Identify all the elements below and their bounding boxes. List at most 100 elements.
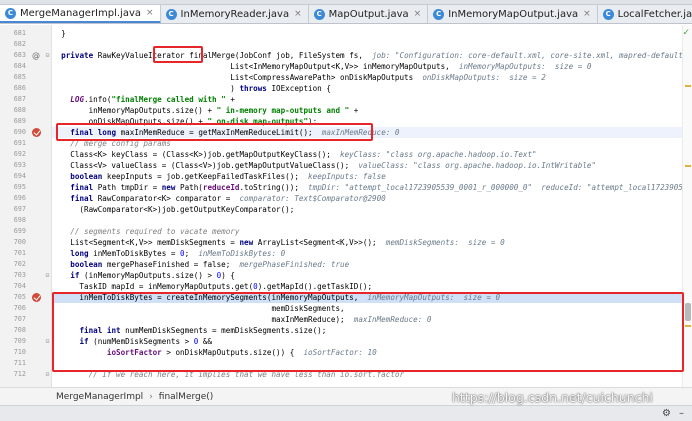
code-line-687[interactable]: LOG.info("finalMerge called with " + — [52, 94, 682, 105]
line-number: 709 — [13, 337, 26, 345]
scroll-marker — [685, 325, 691, 327]
breadcrumb-method[interactable]: finalMerge() — [159, 392, 214, 402]
line-number: 711 — [13, 359, 26, 367]
fold-icon[interactable]: ⊟ — [44, 270, 51, 281]
line-number: 687 — [13, 95, 26, 103]
code-line-690[interactable]: final long maxInMemReduce = getMaxInMemR… — [52, 127, 682, 138]
scroll-marker — [685, 85, 691, 87]
line-number: 699 — [13, 227, 26, 235]
tab-label: InMemoryMapOutput.java — [448, 8, 579, 20]
breadcrumb-separator-icon: › — [149, 391, 153, 402]
code-line-701[interactable]: long inMemToDiskBytes = 0; inMemToDiskBy… — [52, 248, 682, 259]
code-line-692[interactable]: Class<K> keyClass = (Class<K>)job.getMap… — [52, 149, 682, 160]
code-line-689[interactable]: onDiskMapOutputs.size() + " on-disk map-… — [52, 116, 682, 127]
line-number: 685 — [13, 73, 26, 81]
fold-icon[interactable]: ⊟ — [44, 336, 51, 347]
line-number: 706 — [13, 304, 26, 312]
fold-icon[interactable]: ⊟ — [44, 369, 51, 380]
code-line-681[interactable]: } — [52, 28, 682, 39]
tab-label: LocalFetcher.java — [617, 8, 692, 20]
code-line-685[interactable]: List<CompressAwarePath> onDiskMapOutputs… — [52, 72, 682, 83]
line-number: 703 — [13, 271, 26, 279]
tab-localfetcher-java[interactable]: CLocalFetcher.java× — [598, 5, 692, 23]
breadcrumb-class[interactable]: MergeManagerImpl — [56, 392, 143, 402]
vertical-scrollbar[interactable]: ✓ — [682, 25, 692, 387]
fold-icon[interactable]: ⊟ — [44, 50, 51, 61]
line-number: 704 — [13, 282, 26, 290]
code-line-682[interactable] — [52, 39, 682, 50]
code-line-702[interactable]: boolean mergePhaseFinished = false; merg… — [52, 259, 682, 270]
code-line-694[interactable]: boolean keepInputs = job.getKeepFailedTa… — [52, 171, 682, 182]
code-line-706[interactable]: memDiskSegments, — [52, 303, 682, 314]
line-number: 682 — [13, 40, 26, 48]
code-line-709[interactable]: if (numMemDiskSegments > 0 && — [52, 336, 682, 347]
line-number: 702 — [13, 260, 26, 268]
code-line-710[interactable]: ioSortFactor > onDiskMapOutputs.size()) … — [52, 347, 682, 358]
line-number: 695 — [13, 183, 26, 191]
code-line-704[interactable]: TaskID mapId = inMemoryMapOutputs.get(0)… — [52, 281, 682, 292]
java-class-icon: C — [602, 8, 614, 20]
breakpoint-dot — [31, 293, 41, 302]
tab-label: InMemoryReader.java — [180, 8, 290, 20]
close-icon[interactable]: × — [146, 8, 154, 18]
java-class-icon: C — [5, 7, 16, 19]
tab-label: MapOutput.java — [328, 8, 409, 20]
line-number: 688 — [13, 106, 26, 114]
line-number: 693 — [13, 161, 26, 169]
code-line-703[interactable]: if (inMemoryMapOutputs.size() > 0) { — [52, 270, 682, 281]
code-line-695[interactable]: final Path tmpDir = new Path(reduceId.to… — [52, 182, 682, 193]
tab-inmemoryreader-java[interactable]: C InMemoryReader.java × — [161, 5, 309, 23]
gear-icon[interactable]: ⚙ — [662, 408, 671, 419]
line-number: 698 — [13, 216, 26, 224]
java-class-icon: C — [165, 8, 177, 20]
inspection-ok-icon[interactable]: ✓ — [682, 28, 690, 38]
breakpoint-icon[interactable] — [30, 292, 42, 303]
line-number: 697 — [13, 205, 26, 213]
code-line-705[interactable]: inMemToDiskBytes = createInMemorySegment… — [52, 292, 682, 303]
code-line-712[interactable]: // If we reach here, it implies that we … — [52, 369, 682, 380]
code-line-707[interactable]: maxInMemReduce); maxInMemReduce: 0 — [52, 314, 682, 325]
close-icon[interactable]: × — [294, 9, 302, 19]
code-line-697[interactable]: (RawComparator<K>)job.getOutputKeyCompar… — [52, 204, 682, 215]
line-number: 707 — [13, 315, 26, 323]
tab-label: MergeManagerImpl.java — [20, 7, 141, 19]
code-line-684[interactable]: List<InMemoryMapOutput<K,V>> inMemoryMap… — [52, 61, 682, 72]
scrollbar-thumb[interactable] — [685, 303, 691, 321]
line-number: 690 — [13, 128, 26, 136]
editor-tab-bar: C MergeManagerImpl.java × C InMemoryReader.j… — [0, 5, 692, 24]
breakpoint-icon[interactable] — [30, 127, 42, 138]
line-number: 694 — [13, 172, 26, 180]
code-line-699[interactable]: // segments required to vacate memory — [52, 226, 682, 237]
line-number: 683 — [13, 51, 26, 59]
breakpoint-dot — [31, 128, 41, 137]
code-line-696[interactable]: final RawComparator<K> comparator = comp… — [52, 193, 682, 204]
override-marker-icon[interactable]: @ — [30, 50, 42, 61]
code-line-711[interactable] — [52, 358, 682, 369]
breadcrumb: MergeManagerImpl › finalMerge() — [0, 387, 692, 405]
line-number: 692 — [13, 150, 26, 158]
code-line-691[interactable]: // merge config params — [52, 138, 682, 149]
code-line-698[interactable] — [52, 215, 682, 226]
tab-mapoutput-java[interactable]: C MapOutput.java × — [309, 5, 429, 23]
tab-mergemanagerimpl-java[interactable]: C MergeManagerImpl.java × — [0, 5, 161, 23]
code-line-700[interactable]: List<Segment<K,V>> memDiskSegments = new… — [52, 237, 682, 248]
java-class-icon: C — [313, 8, 325, 20]
minimize-icon[interactable]: – — [679, 408, 684, 419]
line-number: 689 — [13, 117, 26, 125]
line-number: 710 — [13, 348, 26, 356]
line-number: 681 — [13, 29, 26, 37]
code-line-693[interactable]: Class<V> valueClass = (Class<V>)job.getM… — [52, 160, 682, 171]
line-number: 686 — [13, 84, 26, 92]
line-number: 691 — [13, 139, 26, 147]
code-editor[interactable]: } private RawKeyValueIterator finalMerge… — [0, 25, 692, 387]
java-class-icon: C — [433, 8, 445, 20]
tab-inmemorymapoutput-java[interactable]: C InMemoryMapOutput.java × — [428, 5, 598, 23]
close-icon[interactable]: × — [583, 9, 591, 19]
code-area[interactable]: } private RawKeyValueIterator finalMerge… — [52, 25, 682, 387]
code-line-688[interactable]: inMemoryMapOutputs.size() + " in-memory … — [52, 105, 682, 116]
code-line-708[interactable]: final int numMemDiskSegments = memDiskSe… — [52, 325, 682, 336]
code-line-683[interactable]: private RawKeyValueIterator finalMerge(J… — [52, 50, 682, 61]
close-icon[interactable]: × — [414, 9, 422, 19]
scroll-marker — [685, 165, 691, 167]
code-line-686[interactable]: ) throws IOException { — [52, 83, 682, 94]
